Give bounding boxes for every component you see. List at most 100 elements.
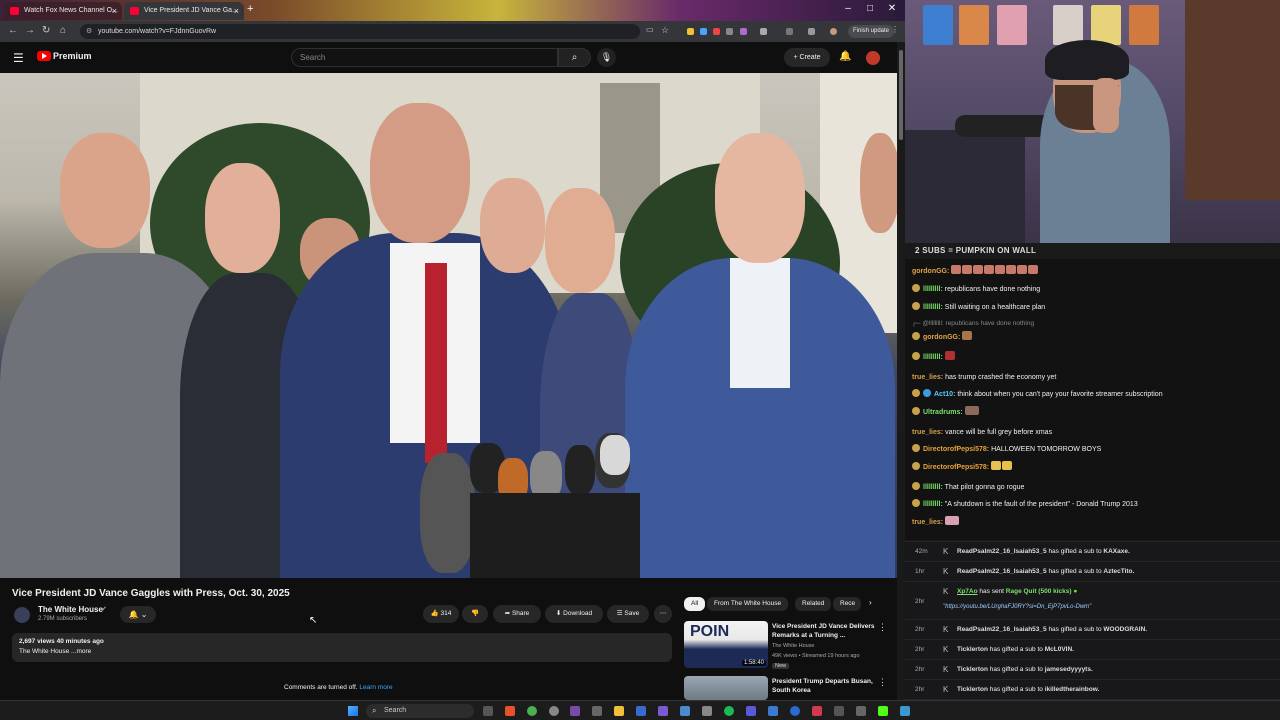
event-target[interactable]: AztecTito. [1103,568,1134,575]
chip-all[interactable]: All [684,597,706,611]
event-target[interactable]: WOODGRAIN. [1103,626,1147,633]
scrollbar-thumb[interactable] [899,50,903,140]
event-user[interactable]: Ticklerton [957,666,988,673]
file-explorer-icon[interactable] [614,706,624,716]
site-info-icon[interactable]: ⚙ [86,24,92,39]
downloads-icon[interactable] [808,28,815,35]
share-button[interactable]: ➦ Share [493,605,541,623]
app-icon[interactable] [636,706,646,716]
chip-related[interactable]: Related [795,597,832,611]
app-icon[interactable] [549,706,559,716]
app-icon[interactable] [680,706,690,716]
app-icon[interactable] [746,706,756,716]
reload-icon[interactable]: ↻ [42,25,50,36]
app-icon[interactable] [812,706,822,716]
chat-username[interactable]: Act10: [934,391,955,398]
event-user[interactable]: Xp7Ao [957,588,978,595]
video-player[interactable] [0,73,897,578]
extension-icon[interactable] [687,28,694,35]
close-tab-icon[interactable]: × [112,2,117,20]
app-icon[interactable] [505,706,515,716]
chat-username[interactable]: lllllllll: [923,484,943,491]
chevron-right-icon[interactable]: › [869,598,872,607]
app-icon[interactable] [702,706,712,716]
related-thumbnail[interactable]: POIN 1:58:40 [684,621,768,668]
maximize-icon[interactable]: □ [860,3,880,14]
forward-icon[interactable]: → [25,25,35,36]
more-vertical-icon[interactable]: ⋮ [878,677,887,688]
event-target[interactable]: McL0VIN. [1045,646,1074,653]
close-tab-icon[interactable]: × [234,2,239,20]
page-scrollbar[interactable] [897,42,905,700]
event-user[interactable]: ReadPsalm22_16_Isaiah53_5 [957,626,1047,633]
event-user[interactable]: Ticklerton [957,646,988,653]
chat-username[interactable]: lllllllll: [923,286,943,293]
related-title[interactable]: President Trump Departs Busan, South Kor… [772,677,876,695]
app-icon[interactable] [900,706,910,716]
youtube-logo-icon[interactable] [37,51,51,61]
event-user[interactable]: ReadPsalm22_16_Isaiah53_5 [957,548,1047,555]
extension-icon[interactable] [713,28,720,35]
app-icon[interactable] [570,706,580,716]
event-target[interactable]: jamesedyyyyts. [1045,666,1093,673]
app-icon[interactable] [768,706,778,716]
related-thumbnail[interactable] [684,676,768,700]
browser-menu-icon[interactable]: ⋮ [891,25,899,34]
sidebar-icon[interactable] [786,28,793,35]
back-icon[interactable]: ← [8,25,18,36]
extension-icon[interactable] [740,28,747,35]
event-user[interactable]: ReadPsalm22_16_Isaiah53_5 [957,568,1047,575]
chrome-icon[interactable] [527,706,537,716]
tab-fox-news[interactable]: Watch Fox News Channel O... × [4,2,122,20]
chat-username[interactable]: lllllllll: [923,354,943,361]
subscription-bell-button[interactable]: 🔔 ⌄ [120,606,156,623]
dislike-button[interactable]: 👎 [462,605,488,623]
new-tab-button[interactable]: + [247,3,253,15]
chip-from-channel[interactable]: From The White House [707,597,789,611]
windows-start-icon[interactable] [348,706,358,716]
chat-username[interactable]: DirectorofPepsi578: [923,464,989,471]
cast-icon[interactable]: ▭ [646,25,654,34]
chat-username[interactable]: true_lies: [912,374,943,381]
chip-recent[interactable]: Rece [833,597,861,611]
search-input[interactable]: Search [291,48,558,67]
event-target[interactable]: KAXaxe. [1103,548,1129,555]
spotify-icon[interactable] [724,706,734,716]
event-user[interactable]: Ticklerton [957,686,988,693]
notifications-bell-icon[interactable]: 🔔 [839,51,851,62]
app-icon[interactable] [790,706,800,716]
hamburger-menu-icon[interactable]: ☰ [13,51,24,65]
voice-search-button[interactable]: 🎙 [597,48,616,67]
save-button[interactable]: ☰ Save [607,605,649,623]
channel-avatar[interactable] [14,607,30,623]
task-view-icon[interactable] [483,706,493,716]
chat-username[interactable]: DirectorofPepsi578: [923,446,989,453]
bookmark-star-icon[interactable]: ☆ [661,25,669,36]
chat-username[interactable]: Ultradrums: [923,409,963,416]
related-title[interactable]: Vice President JD Vance Delivers Remarks… [772,622,876,640]
more-actions-button[interactable]: ⋯ [654,605,672,623]
extension-icon[interactable] [726,28,733,35]
app-icon[interactable] [856,706,866,716]
like-button[interactable]: 👍 314 [423,605,459,623]
search-button[interactable]: ⌕ [558,48,591,67]
profile-avatar[interactable] [830,28,837,35]
app-icon[interactable] [592,706,602,716]
download-button[interactable]: ⬇ Download [545,605,603,623]
create-button[interactable]: + Create [784,48,830,67]
tab-vance-video[interactable]: Vice President JD Vance Ga... × [124,2,244,20]
kick-app-icon[interactable] [878,706,888,716]
app-icon[interactable] [834,706,844,716]
extensions-puzzle-icon[interactable] [760,28,767,35]
taskbar-search[interactable]: ⌕ Search [366,704,474,718]
channel-name[interactable]: The White House [38,605,103,614]
extension-icon[interactable] [700,28,707,35]
minimize-icon[interactable]: – [838,3,858,14]
youtube-brand-label[interactable]: Premium [53,51,92,61]
close-window-icon[interactable]: ✕ [882,3,902,14]
address-bar[interactable]: ⚙ youtube.com/watch?v=FJdnnGuovRw [80,24,640,39]
chat-username[interactable]: true_lies: [912,519,943,526]
chat-username[interactable]: lllllllll: [923,501,943,508]
more-vertical-icon[interactable]: ⋮ [878,622,887,633]
finish-update-button[interactable]: Finish update [848,25,894,38]
